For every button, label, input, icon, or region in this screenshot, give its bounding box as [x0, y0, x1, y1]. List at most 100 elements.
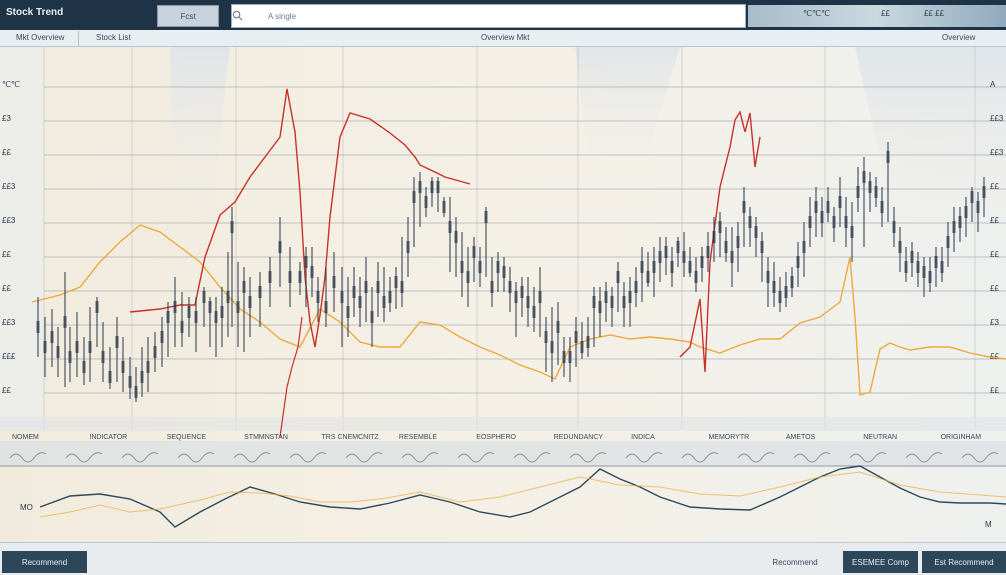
candle-body [166, 311, 170, 323]
x-axis-label: TRS CNEMCNITZ [322, 434, 380, 441]
candle-body [484, 211, 488, 223]
candle-body [634, 281, 638, 293]
candle-body [242, 281, 246, 293]
comp-button-label: ESEMEE Comp [852, 557, 909, 567]
candle-body [550, 341, 554, 353]
candle-body [68, 351, 72, 363]
tab-fcst-label: Fcst [180, 11, 196, 21]
right-button-group: ℃℃℃ ££ ££ ££ [748, 5, 1006, 27]
x-axis-label: REDUNDANCY [554, 434, 604, 441]
price-chart[interactable]: ℃℃£3££££3££3££££££3£££££ A££3££3££££££££… [0, 47, 1006, 542]
toolbar-item-overview-mkt[interactable]: Overview Mkt [475, 33, 535, 45]
chart-panel[interactable]: ℃℃ £3 ££ ££3 ££3 ££ ££ ££3 £££ ££ A ££3 ££3 ££ ££ ££ ££… [0, 47, 1006, 542]
candle-body [214, 311, 218, 323]
candle-body [742, 201, 746, 213]
candle-body [153, 346, 157, 358]
y-axis-label-right: ££ [990, 284, 999, 293]
tab-fcst[interactable]: Fcst [157, 5, 219, 27]
candle-body [826, 201, 830, 213]
candle-body [88, 341, 92, 353]
candle-body [278, 241, 282, 253]
y-axis-label-right: ££ [990, 182, 999, 191]
candle-body [586, 336, 590, 348]
candle-body [646, 271, 650, 283]
x-axis-label: MEMORYTR [708, 434, 749, 441]
x-axis-label: INDICATOR [89, 434, 127, 441]
y-axis-label: ℃℃ [2, 80, 20, 89]
search-icon[interactable] [232, 10, 243, 21]
comp-button[interactable]: ESEMEE Comp [843, 551, 918, 573]
candle-body [856, 186, 860, 198]
right-button-1[interactable]: ℃℃℃ [803, 9, 830, 18]
candle-body [332, 276, 336, 288]
candle-body [868, 181, 872, 193]
x-axis-label: NOMEM [12, 434, 39, 441]
candle-body [412, 191, 416, 203]
candle-body [230, 221, 234, 233]
candle-body [574, 331, 578, 343]
candle-body [490, 281, 494, 293]
candle-body [268, 271, 272, 283]
candle-body [874, 186, 878, 198]
candle-body [121, 361, 125, 373]
candle-body [766, 271, 770, 283]
candle-body [862, 171, 866, 183]
candle-body [694, 271, 698, 283]
candle-body [760, 241, 764, 253]
candle-body [298, 271, 302, 283]
toolbar-divider [78, 31, 79, 46]
candle-body [248, 296, 252, 308]
toolbar-item-overview[interactable]: Overview [936, 33, 981, 45]
candle-body [778, 291, 782, 303]
indicator-label-left: MO [20, 503, 33, 512]
candle-body [628, 291, 632, 303]
y-axis-label-right: ££3 [990, 114, 1004, 123]
candle-body [934, 256, 938, 268]
candle-body [940, 261, 944, 273]
candle-body [898, 241, 902, 253]
toolbar-item-mkt-overview[interactable]: Mkt Overview [10, 33, 70, 45]
candle-body [202, 291, 206, 303]
candle-body [844, 216, 848, 228]
candle-body [502, 266, 506, 278]
y-axis-label-right: ££3 [990, 148, 1004, 157]
candle-body [814, 201, 818, 213]
candle-body [820, 211, 824, 223]
candle-body [526, 296, 530, 308]
candle-body [922, 266, 926, 278]
recommend-button[interactable]: Recommend [2, 551, 87, 573]
candle-body [460, 261, 464, 273]
candle-body [430, 181, 434, 193]
y-axis-label-right: ££ [990, 386, 999, 395]
candle-body [146, 361, 150, 373]
candle-body [442, 201, 446, 213]
candle-body [418, 181, 422, 193]
candle-body [406, 241, 410, 253]
toolbar-item-stock-list[interactable]: Stock List [90, 33, 137, 45]
candle-body [304, 256, 308, 268]
candle-body [838, 196, 842, 208]
y-axis-label-right: A [990, 80, 996, 89]
candle-body [622, 296, 626, 308]
estimate-button-label: Est Recommend [934, 557, 994, 567]
search-placeholder: A single [268, 12, 297, 21]
search-input[interactable]: A single [231, 4, 746, 28]
candle-body [910, 251, 914, 263]
candle-body [220, 306, 224, 318]
toolbar: Mkt Overview Stock List Overview Mkt Ove… [0, 30, 1006, 47]
y-axis-label: ££3 [2, 216, 16, 225]
candle-body [850, 226, 854, 238]
right-button-3[interactable]: ££ ££ [924, 9, 944, 18]
x-axis-label: ORIGINHAM [941, 434, 982, 441]
y-axis-label: ££3 [2, 318, 16, 327]
x-axis-label: STMMNSTAN [244, 434, 288, 441]
y-axis-label: ££ [2, 386, 11, 395]
estimate-button[interactable]: Est Recommend [922, 551, 1006, 573]
candle-body [187, 306, 191, 318]
candle-body [580, 341, 584, 353]
right-button-2[interactable]: ££ [881, 9, 890, 18]
candle-body [568, 351, 572, 363]
candle-body [724, 241, 728, 253]
indicator-label-right: M [985, 520, 992, 529]
candle-body [712, 231, 716, 243]
